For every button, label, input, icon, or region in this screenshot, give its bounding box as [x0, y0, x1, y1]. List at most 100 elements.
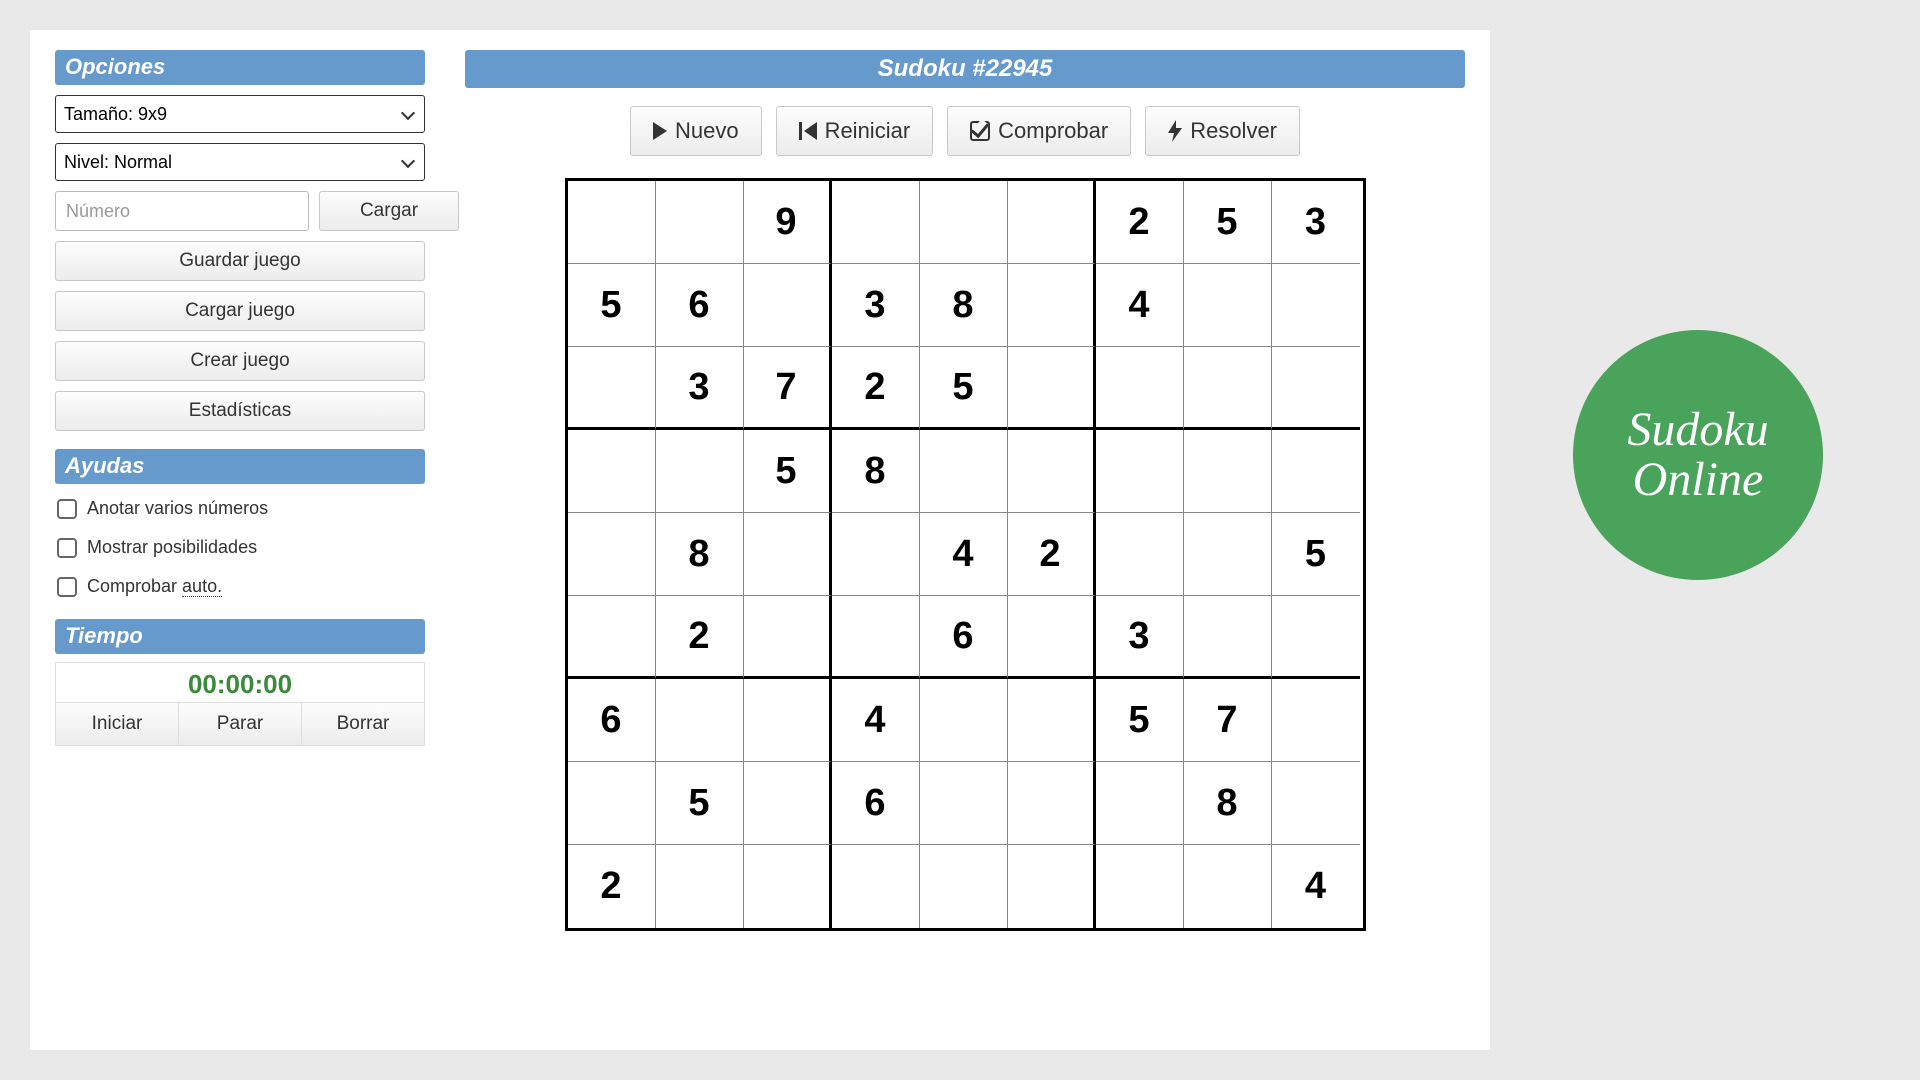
sudoku-cell[interactable]: 6 [656, 264, 744, 347]
sudoku-cell[interactable]: 8 [656, 513, 744, 596]
sudoku-cell[interactable] [1008, 430, 1096, 513]
sudoku-cell[interactable] [1008, 347, 1096, 430]
sudoku-cell[interactable] [832, 181, 920, 264]
timer-start-button[interactable]: Iniciar [56, 703, 179, 745]
sudoku-cell[interactable]: 5 [656, 762, 744, 845]
sudoku-cell[interactable] [832, 596, 920, 679]
sudoku-cell[interactable] [1008, 762, 1096, 845]
sudoku-cell[interactable] [1008, 181, 1096, 264]
sudoku-cell[interactable]: 9 [744, 181, 832, 264]
sudoku-cell[interactable] [1184, 596, 1272, 679]
sudoku-cell[interactable]: 7 [1184, 679, 1272, 762]
sudoku-cell[interactable] [1272, 679, 1360, 762]
sudoku-cell[interactable] [920, 679, 1008, 762]
sudoku-cell[interactable] [1008, 679, 1096, 762]
sudoku-cell[interactable]: 4 [832, 679, 920, 762]
sudoku-cell[interactable]: 2 [832, 347, 920, 430]
timer-clear-button[interactable]: Borrar [302, 703, 424, 745]
sudoku-cell[interactable]: 5 [1272, 513, 1360, 596]
sudoku-cell[interactable] [656, 679, 744, 762]
sudoku-cell[interactable]: 5 [568, 264, 656, 347]
sudoku-cell[interactable] [656, 181, 744, 264]
sudoku-cell[interactable]: 3 [656, 347, 744, 430]
sudoku-cell[interactable] [920, 181, 1008, 264]
new-button[interactable]: Nuevo [630, 106, 762, 156]
sudoku-cell[interactable] [568, 596, 656, 679]
sudoku-cell[interactable] [1096, 513, 1184, 596]
sudoku-cell[interactable] [1184, 845, 1272, 928]
sudoku-cell[interactable] [744, 679, 832, 762]
sudoku-cell[interactable] [744, 762, 832, 845]
sudoku-cell[interactable] [1096, 845, 1184, 928]
sudoku-cell[interactable]: 3 [832, 264, 920, 347]
sudoku-cell[interactable] [832, 845, 920, 928]
sudoku-cell[interactable]: 6 [832, 762, 920, 845]
sudoku-cell[interactable] [744, 845, 832, 928]
sudoku-cell[interactable] [920, 762, 1008, 845]
load-number-button[interactable]: Cargar [319, 191, 459, 231]
sudoku-cell[interactable] [656, 845, 744, 928]
sudoku-cell[interactable] [1184, 513, 1272, 596]
sudoku-cell[interactable] [1008, 264, 1096, 347]
sudoku-cell[interactable] [568, 347, 656, 430]
sudoku-cell[interactable]: 2 [656, 596, 744, 679]
load-game-button[interactable]: Cargar juego [55, 291, 425, 331]
sudoku-cell[interactable] [1184, 430, 1272, 513]
sudoku-cell[interactable] [744, 596, 832, 679]
timer-stop-button[interactable]: Parar [179, 703, 302, 745]
sudoku-cell[interactable]: 4 [1096, 264, 1184, 347]
sudoku-cell[interactable] [1184, 347, 1272, 430]
sudoku-cell[interactable] [1272, 762, 1360, 845]
sudoku-cell[interactable] [1272, 430, 1360, 513]
number-input[interactable] [55, 191, 309, 231]
sudoku-cell[interactable] [1272, 596, 1360, 679]
sudoku-cell[interactable]: 7 [744, 347, 832, 430]
sudoku-cell[interactable] [920, 430, 1008, 513]
sudoku-cell[interactable] [1008, 596, 1096, 679]
help-multi-row[interactable]: Anotar varios números [55, 494, 425, 523]
sudoku-cell[interactable] [568, 762, 656, 845]
sudoku-cell[interactable] [1096, 347, 1184, 430]
sudoku-cell[interactable] [568, 430, 656, 513]
checkbox-icon[interactable] [57, 577, 77, 597]
sudoku-cell[interactable]: 4 [920, 513, 1008, 596]
sudoku-cell[interactable] [656, 430, 744, 513]
sudoku-cell[interactable] [1272, 264, 1360, 347]
sudoku-cell[interactable]: 5 [744, 430, 832, 513]
create-game-button[interactable]: Crear juego [55, 341, 425, 381]
sudoku-cell[interactable] [1096, 430, 1184, 513]
restart-button[interactable]: Reiniciar [776, 106, 934, 156]
sudoku-cell[interactable] [1184, 264, 1272, 347]
sudoku-cell[interactable]: 6 [568, 679, 656, 762]
sudoku-cell[interactable] [1008, 845, 1096, 928]
sudoku-cell[interactable]: 2 [1008, 513, 1096, 596]
sudoku-cell[interactable] [920, 845, 1008, 928]
sudoku-cell[interactable]: 3 [1272, 181, 1360, 264]
sudoku-cell[interactable] [1096, 762, 1184, 845]
sudoku-cell[interactable]: 5 [920, 347, 1008, 430]
sudoku-cell[interactable] [744, 513, 832, 596]
sudoku-cell[interactable]: 8 [832, 430, 920, 513]
help-poss-row[interactable]: Mostrar posibilidades [55, 533, 425, 562]
save-game-button[interactable]: Guardar juego [55, 241, 425, 281]
sudoku-cell[interactable]: 2 [1096, 181, 1184, 264]
sudoku-cell[interactable]: 5 [1184, 181, 1272, 264]
sudoku-cell[interactable] [568, 181, 656, 264]
sudoku-cell[interactable]: 3 [1096, 596, 1184, 679]
checkbox-icon[interactable] [57, 499, 77, 519]
sudoku-cell[interactable]: 2 [568, 845, 656, 928]
sudoku-cell[interactable]: 8 [920, 264, 1008, 347]
sudoku-cell[interactable] [1272, 347, 1360, 430]
sudoku-cell[interactable]: 4 [1272, 845, 1360, 928]
checkbox-icon[interactable] [57, 538, 77, 558]
sudoku-cell[interactable] [568, 513, 656, 596]
stats-button[interactable]: Estadísticas [55, 391, 425, 431]
sudoku-cell[interactable] [744, 264, 832, 347]
size-select[interactable]: Tamaño: 9x9 [55, 95, 425, 133]
solve-button[interactable]: Resolver [1145, 106, 1300, 156]
check-button[interactable]: Comprobar [947, 106, 1131, 156]
help-auto-row[interactable]: Comprobar auto. [55, 572, 425, 601]
sudoku-cell[interactable]: 5 [1096, 679, 1184, 762]
sudoku-cell[interactable]: 8 [1184, 762, 1272, 845]
level-select[interactable]: Nivel: Normal [55, 143, 425, 181]
